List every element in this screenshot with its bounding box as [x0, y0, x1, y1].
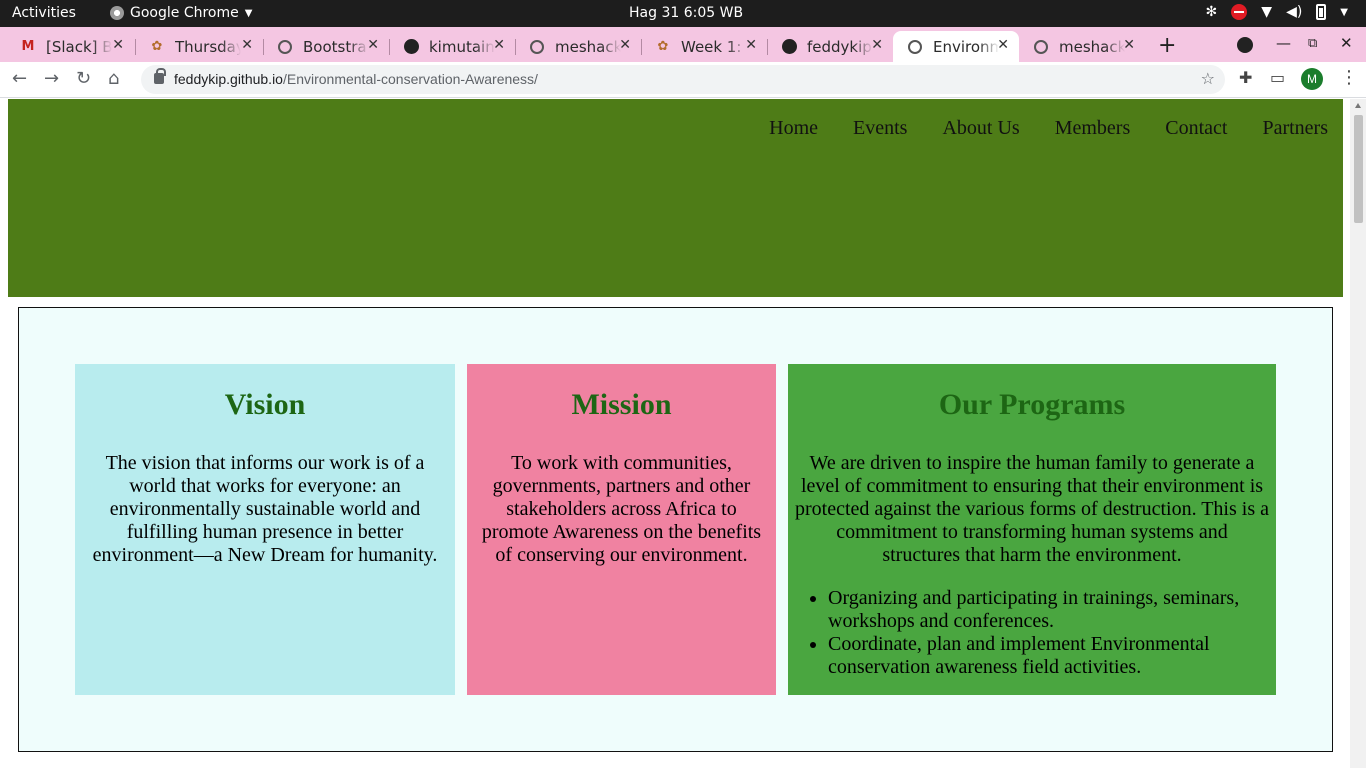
programs-text: We are driven to inspire the human famil… [795, 452, 1269, 566]
tab-thursday[interactable]: ✿ Thursday ✕ [135, 31, 263, 62]
close-tab-icon[interactable]: ✕ [112, 37, 124, 53]
vision-card: Vision The vision that informs our work … [75, 364, 455, 695]
battery-icon[interactable] [1316, 4, 1327, 20]
site-header: Home Events About Us Members Contact Par… [8, 99, 1343, 297]
tab-search-icon[interactable] [1237, 37, 1253, 53]
system-menu-chevron-icon[interactable]: ▼ [1340, 7, 1348, 18]
github-icon [403, 39, 419, 55]
tab-kimutai[interactable]: kimutain ✕ [389, 31, 515, 62]
restore-icon[interactable]: ⧉ [1308, 36, 1317, 51]
bookmark-star-icon[interactable]: ☆ [1201, 69, 1215, 88]
nav-contact[interactable]: Contact [1165, 117, 1227, 140]
close-tab-icon[interactable]: ✕ [493, 37, 505, 53]
close-tab-icon[interactable]: ✕ [619, 37, 631, 53]
close-window-icon[interactable]: ✕ [1340, 34, 1353, 52]
clock[interactable]: Hag 31 6:05 WB [629, 5, 743, 21]
url-path: /Environmental-conservation-Awareness/ [282, 71, 538, 87]
chrome-icon [110, 6, 124, 20]
tab-title: Week 1: I [681, 37, 747, 56]
chevron-down-icon: ▼ [244, 7, 253, 19]
home-icon[interactable]: ⌂ [108, 68, 119, 89]
tab-meshack-2[interactable]: meshack ✕ [1019, 31, 1145, 62]
tab-bootstrap[interactable]: Bootstra ✕ [263, 31, 389, 62]
list-item: Coordinate, plan and implement Environme… [828, 633, 1266, 679]
programs-card: Our Programs We are driven to inspire th… [788, 364, 1276, 695]
mission-card: Mission To work with communities, govern… [467, 364, 776, 695]
globe-icon [907, 39, 923, 55]
nav-members[interactable]: Members [1055, 117, 1131, 140]
site-nav: Home Events About Us Members Contact Par… [769, 117, 1328, 140]
tab-feddykip[interactable]: feddykip ✕ [767, 31, 893, 62]
nav-home[interactable]: Home [769, 117, 818, 140]
about-section: Vision The vision that informs our work … [18, 307, 1333, 752]
reload-icon[interactable]: ↻ [76, 68, 91, 89]
do-not-disturb-icon[interactable] [1231, 4, 1248, 20]
tab-title: Bootstra [303, 37, 367, 56]
mission-heading: Mission [571, 388, 672, 421]
list-item: Organizing and participating in training… [828, 587, 1266, 633]
vision-heading: Vision [224, 388, 306, 421]
app-menu[interactable]: Google Chrome ▼ [110, 5, 252, 21]
chrome-menu-icon[interactable]: ⋮ [1340, 67, 1358, 88]
github-icon [781, 39, 797, 55]
globe-icon [1033, 39, 1049, 55]
volume-icon[interactable]: ◀) [1286, 4, 1302, 20]
page-viewport: Home Events About Us Members Contact Par… [0, 99, 1350, 768]
tree-icon: ✿ [657, 39, 669, 54]
page-scrollbar[interactable] [1350, 99, 1366, 768]
globe-icon [277, 39, 293, 55]
browser-toolbar: ← → ↻ ⌂ feddykip.github.io/Environmental… [0, 62, 1366, 98]
lock-icon[interactable] [154, 68, 166, 84]
tab-week1[interactable]: ✿ Week 1: I ✕ [641, 31, 767, 62]
close-tab-icon[interactable]: ✕ [241, 37, 253, 53]
tab-slack[interactable]: M [Slack] Br ✕ [6, 31, 134, 62]
extensions-puzzle-icon[interactable]: ✚ [1239, 68, 1252, 87]
tab-title: meshack [555, 37, 621, 56]
system-tray[interactable]: ✻ ▼ ◀) ▼ [1206, 4, 1348, 20]
url-text[interactable]: feddykip.github.io/Environmental-conserv… [174, 71, 538, 87]
close-tab-icon[interactable]: ✕ [745, 37, 757, 53]
profile-avatar[interactable]: M [1301, 68, 1323, 90]
system-top-bar: Activities Google Chrome ▼ Hag 31 6:05 W… [0, 0, 1366, 27]
gmail-icon: M [21, 39, 35, 54]
url-host: feddykip.github.io [174, 71, 283, 87]
globe-icon [529, 39, 545, 55]
tab-meshack-1[interactable]: meshack ✕ [515, 31, 641, 62]
cast-icon[interactable]: ▭ [1270, 68, 1285, 87]
scrollbar-thumb[interactable] [1354, 115, 1363, 223]
tab-title: Environm [933, 37, 999, 56]
close-tab-icon[interactable]: ✕ [367, 37, 379, 53]
mission-text: To work with communities, governments, p… [481, 452, 762, 566]
nav-partners[interactable]: Partners [1262, 117, 1328, 140]
tab-title: [Slack] Br [46, 37, 112, 56]
nav-about-us[interactable]: About Us [942, 117, 1019, 140]
close-tab-icon[interactable]: ✕ [1123, 37, 1135, 53]
scroll-up-arrow-icon[interactable] [1355, 103, 1361, 108]
minimize-icon[interactable]: — [1276, 34, 1291, 52]
vision-text: The vision that informs our work is of a… [92, 452, 438, 566]
forward-arrow-icon[interactable]: → [44, 68, 59, 89]
activities-button[interactable]: Activities [12, 5, 76, 21]
close-tab-icon[interactable]: ✕ [997, 37, 1009, 53]
slack-tray-icon[interactable]: ✻ [1206, 4, 1218, 20]
tab-environmental-active[interactable]: Environm ✕ [893, 31, 1019, 62]
tree-icon: ✿ [151, 39, 163, 54]
programs-list: Organizing and participating in training… [788, 587, 1276, 679]
new-tab-icon[interactable]: + [1158, 33, 1176, 58]
tab-title: kimutain [429, 37, 495, 56]
tab-title: feddykip [807, 37, 872, 56]
address-bar[interactable]: feddykip.github.io/Environmental-conserv… [141, 65, 1225, 94]
wifi-icon[interactable]: ▼ [1261, 4, 1272, 20]
app-menu-label: Google Chrome [130, 5, 239, 21]
tab-title: meshack [1059, 37, 1125, 56]
close-tab-icon[interactable]: ✕ [871, 37, 883, 53]
nav-events[interactable]: Events [853, 117, 907, 140]
programs-heading: Our Programs [938, 388, 1126, 421]
tab-title: Thursday [175, 37, 241, 56]
back-arrow-icon[interactable]: ← [12, 68, 27, 89]
